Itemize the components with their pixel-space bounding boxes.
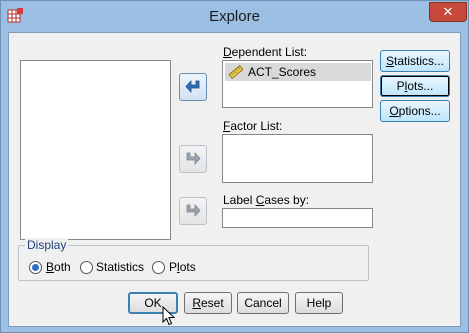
dependent-list-label: Dependent List:	[223, 45, 308, 59]
mouse-pointer-icon	[162, 306, 176, 326]
title-bar[interactable]: Explore ✕	[1, 1, 468, 32]
dialog-client-area: Dependent List: ACT_Scores Factor List:	[8, 32, 461, 327]
arrow-right-icon	[186, 151, 201, 166]
plots-label[interactable]: Plots	[169, 260, 196, 274]
reset-button[interactable]: Reset	[184, 292, 232, 314]
display-group: Display Both Statistics Plots	[18, 238, 369, 281]
arrow-left-icon	[185, 79, 200, 94]
close-button[interactable]: ✕	[429, 2, 467, 22]
ruler-scale-icon	[228, 65, 244, 79]
cancel-button[interactable]: Cancel	[237, 292, 289, 314]
move-to-factor-button[interactable]	[179, 145, 207, 173]
options-button[interactable]: Options...	[380, 100, 450, 122]
source-variable-list[interactable]	[20, 60, 171, 240]
statistics-radio[interactable]	[80, 261, 93, 274]
window-title: Explore	[209, 8, 260, 25]
statistics-label[interactable]: Statistics	[96, 260, 144, 274]
explore-dialog: Explore ✕ Dependent List: ACT_Scores Fac…	[0, 0, 469, 333]
label-cases-label: Label Cases by:	[223, 193, 310, 207]
dependent-list[interactable]: ACT_Scores	[222, 60, 373, 108]
factor-list[interactable]	[222, 134, 373, 183]
plots-radio[interactable]	[152, 261, 165, 274]
arrow-right-icon	[186, 203, 201, 218]
variable-name: ACT_Scores	[248, 65, 317, 79]
label-cases-field[interactable]	[222, 208, 373, 228]
help-button[interactable]: Help	[295, 292, 343, 314]
list-item[interactable]: ACT_Scores	[225, 63, 371, 81]
statistics-button[interactable]: Statistics...	[380, 50, 450, 72]
move-to-dependent-button[interactable]	[179, 73, 207, 101]
factor-list-label: Factor List:	[223, 119, 283, 133]
display-legend: Display	[25, 238, 69, 252]
plots-button[interactable]: Plots...	[380, 75, 450, 97]
both-label[interactable]: Both	[46, 260, 71, 274]
both-radio[interactable]	[29, 261, 42, 274]
move-to-label-cases-button[interactable]	[179, 197, 207, 225]
